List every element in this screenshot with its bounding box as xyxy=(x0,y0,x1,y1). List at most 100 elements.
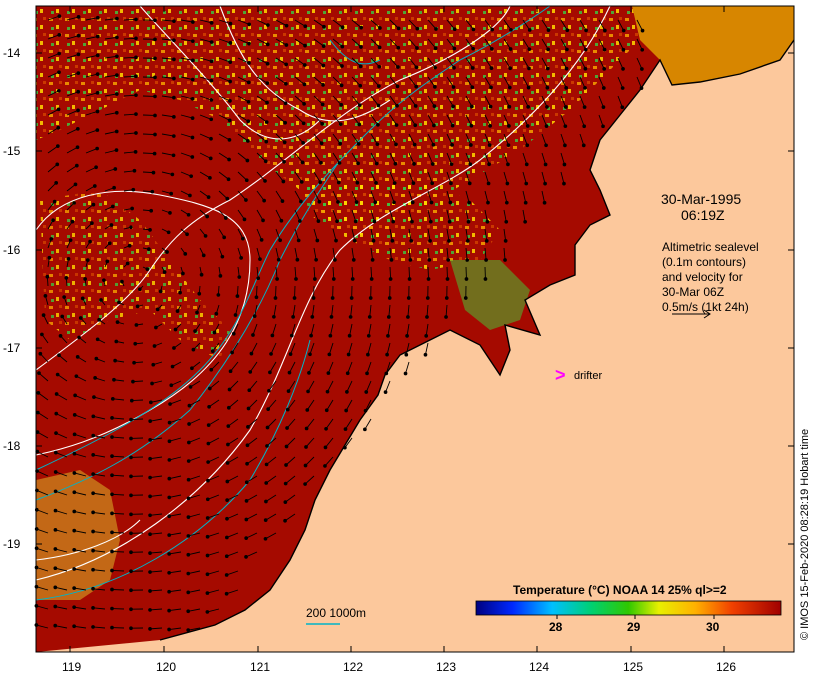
velocity-arrow-head xyxy=(167,570,171,575)
velocity-arrow-head xyxy=(186,628,191,632)
velocity-arrow-head xyxy=(152,344,157,348)
velocity-arrow-head xyxy=(38,351,43,356)
velocity-arrow-head xyxy=(206,423,211,427)
velocity-arrow-head xyxy=(353,219,358,224)
velocity-arrow-head xyxy=(225,479,230,484)
velocity-arrow-head xyxy=(336,180,341,185)
velocity-arrow-head xyxy=(376,103,381,108)
velocity-arrow-head xyxy=(115,320,120,324)
velocity-arrow-head xyxy=(231,331,236,336)
velocity-arrow-head xyxy=(228,369,233,374)
velocity-arrow-head xyxy=(285,426,289,430)
velocity-arrow-head xyxy=(429,200,434,205)
velocity-arrow-head xyxy=(209,136,213,141)
velocity-arrow-head xyxy=(72,547,77,552)
velocity-arrow-head xyxy=(466,219,471,224)
velocity-arrow-head xyxy=(452,46,457,51)
velocity-arrow-head xyxy=(85,258,90,262)
velocity-arrow-head xyxy=(72,413,77,417)
velocity-arrow-head xyxy=(88,239,92,244)
velocity-arrow-head xyxy=(72,586,77,590)
velocity-arrow-head xyxy=(263,518,268,522)
velocity-arrow-head xyxy=(434,27,438,31)
lat-label: -19 xyxy=(3,537,21,551)
velocity-arrow-head xyxy=(189,174,194,179)
velocity-arrow-head xyxy=(76,33,81,38)
velocity-arrow-head xyxy=(464,277,469,281)
velocity-arrow-head xyxy=(53,450,58,455)
velocity-arrow-head xyxy=(91,606,95,610)
velocity-arrow-head xyxy=(292,296,297,300)
velocity-arrow-head xyxy=(130,206,134,211)
velocity-arrow-head xyxy=(273,296,278,300)
velocity-arrow-head xyxy=(415,26,420,31)
velocity-arrow-head xyxy=(302,82,307,87)
velocity-arrow-head xyxy=(283,120,288,125)
velocity-arrow-head xyxy=(331,277,336,281)
velocity-arrow-head xyxy=(468,162,473,167)
velocity-arrow-head xyxy=(49,237,54,241)
velocity-arrow-head xyxy=(113,167,118,171)
velocity-arrow-head xyxy=(129,569,133,574)
velocity-arrow-head xyxy=(134,112,138,116)
legend-line: 30-Mar 06Z xyxy=(662,285,725,299)
velocity-arrow-head xyxy=(56,88,61,93)
velocity-arrow-head xyxy=(302,63,307,67)
velocity-arrow-head xyxy=(105,259,110,264)
velocity-arrow-head xyxy=(280,199,285,203)
velocity-arrow-head xyxy=(153,94,157,99)
velocity-arrow-head xyxy=(209,117,214,122)
velocity-arrow-head xyxy=(153,18,157,23)
velocity-arrow-head xyxy=(275,277,279,281)
velocity-arrow-head xyxy=(57,33,62,37)
velocity-arrow-head xyxy=(244,499,249,503)
velocity-arrow-head xyxy=(73,393,77,398)
velocity-arrow-head xyxy=(603,28,607,33)
velocity-arrow-head xyxy=(115,16,119,21)
velocity-arrow-head xyxy=(507,85,512,90)
velocity-arrow-head xyxy=(284,463,288,467)
velocity-arrow-head xyxy=(339,102,344,107)
velocity-arrow-head xyxy=(35,430,40,434)
velocity-arrow-head xyxy=(543,162,548,167)
velocity-arrow-head xyxy=(601,124,605,129)
velocity-arrow-head xyxy=(261,218,265,223)
velocity-arrow-head xyxy=(264,462,269,467)
velocity-arrow-head xyxy=(298,219,302,223)
velocity-arrow-head xyxy=(153,113,157,118)
velocity-arrow-head xyxy=(54,431,58,436)
velocity-arrow-head xyxy=(406,296,411,300)
velocity-arrow-head xyxy=(363,408,368,413)
velocity-arrow-head xyxy=(352,238,357,243)
velocity-arrow-head xyxy=(207,404,211,409)
velocity-arrow-head xyxy=(36,391,41,395)
velocity-arrow-head xyxy=(223,216,228,220)
velocity-arrow-head xyxy=(488,123,492,128)
colorbar-title: Temperature (°C) NOAA 14 25% ql>=2 xyxy=(513,583,727,597)
velocity-arrow-head xyxy=(338,141,343,146)
velocity-arrow-head xyxy=(386,333,390,338)
velocity-arrow-head xyxy=(206,460,210,464)
velocity-arrow-head xyxy=(370,258,375,262)
velocity-arrow-head xyxy=(225,516,229,521)
velocity-arrow-head xyxy=(386,315,391,319)
velocity-arrow-head xyxy=(601,86,606,90)
velocity-arrow-head xyxy=(54,411,59,416)
velocity-arrow-head xyxy=(172,76,176,81)
velocity-arrow-head xyxy=(247,388,252,393)
velocity-arrow-head xyxy=(431,142,436,147)
credit-text: © IMOS 15-Feb-2020 08:28:19 Hobart time xyxy=(799,428,811,640)
velocity-arrow-head xyxy=(325,389,330,394)
velocity-arrow-head xyxy=(150,381,154,386)
velocity-arrow-head xyxy=(486,200,490,205)
velocity-arrow-head xyxy=(95,53,100,58)
velocity-arrow-head xyxy=(148,608,152,612)
velocity-arrow-head xyxy=(305,408,310,412)
velocity-arrow-head xyxy=(265,425,270,430)
velocity-arrow-head xyxy=(41,313,46,317)
velocity-arrow-head xyxy=(224,591,229,596)
velocity-arrow-head xyxy=(56,125,61,130)
velocity-arrow-head xyxy=(347,333,352,338)
velocity-arrow-head xyxy=(467,200,471,205)
velocity-arrow-head xyxy=(186,212,191,217)
